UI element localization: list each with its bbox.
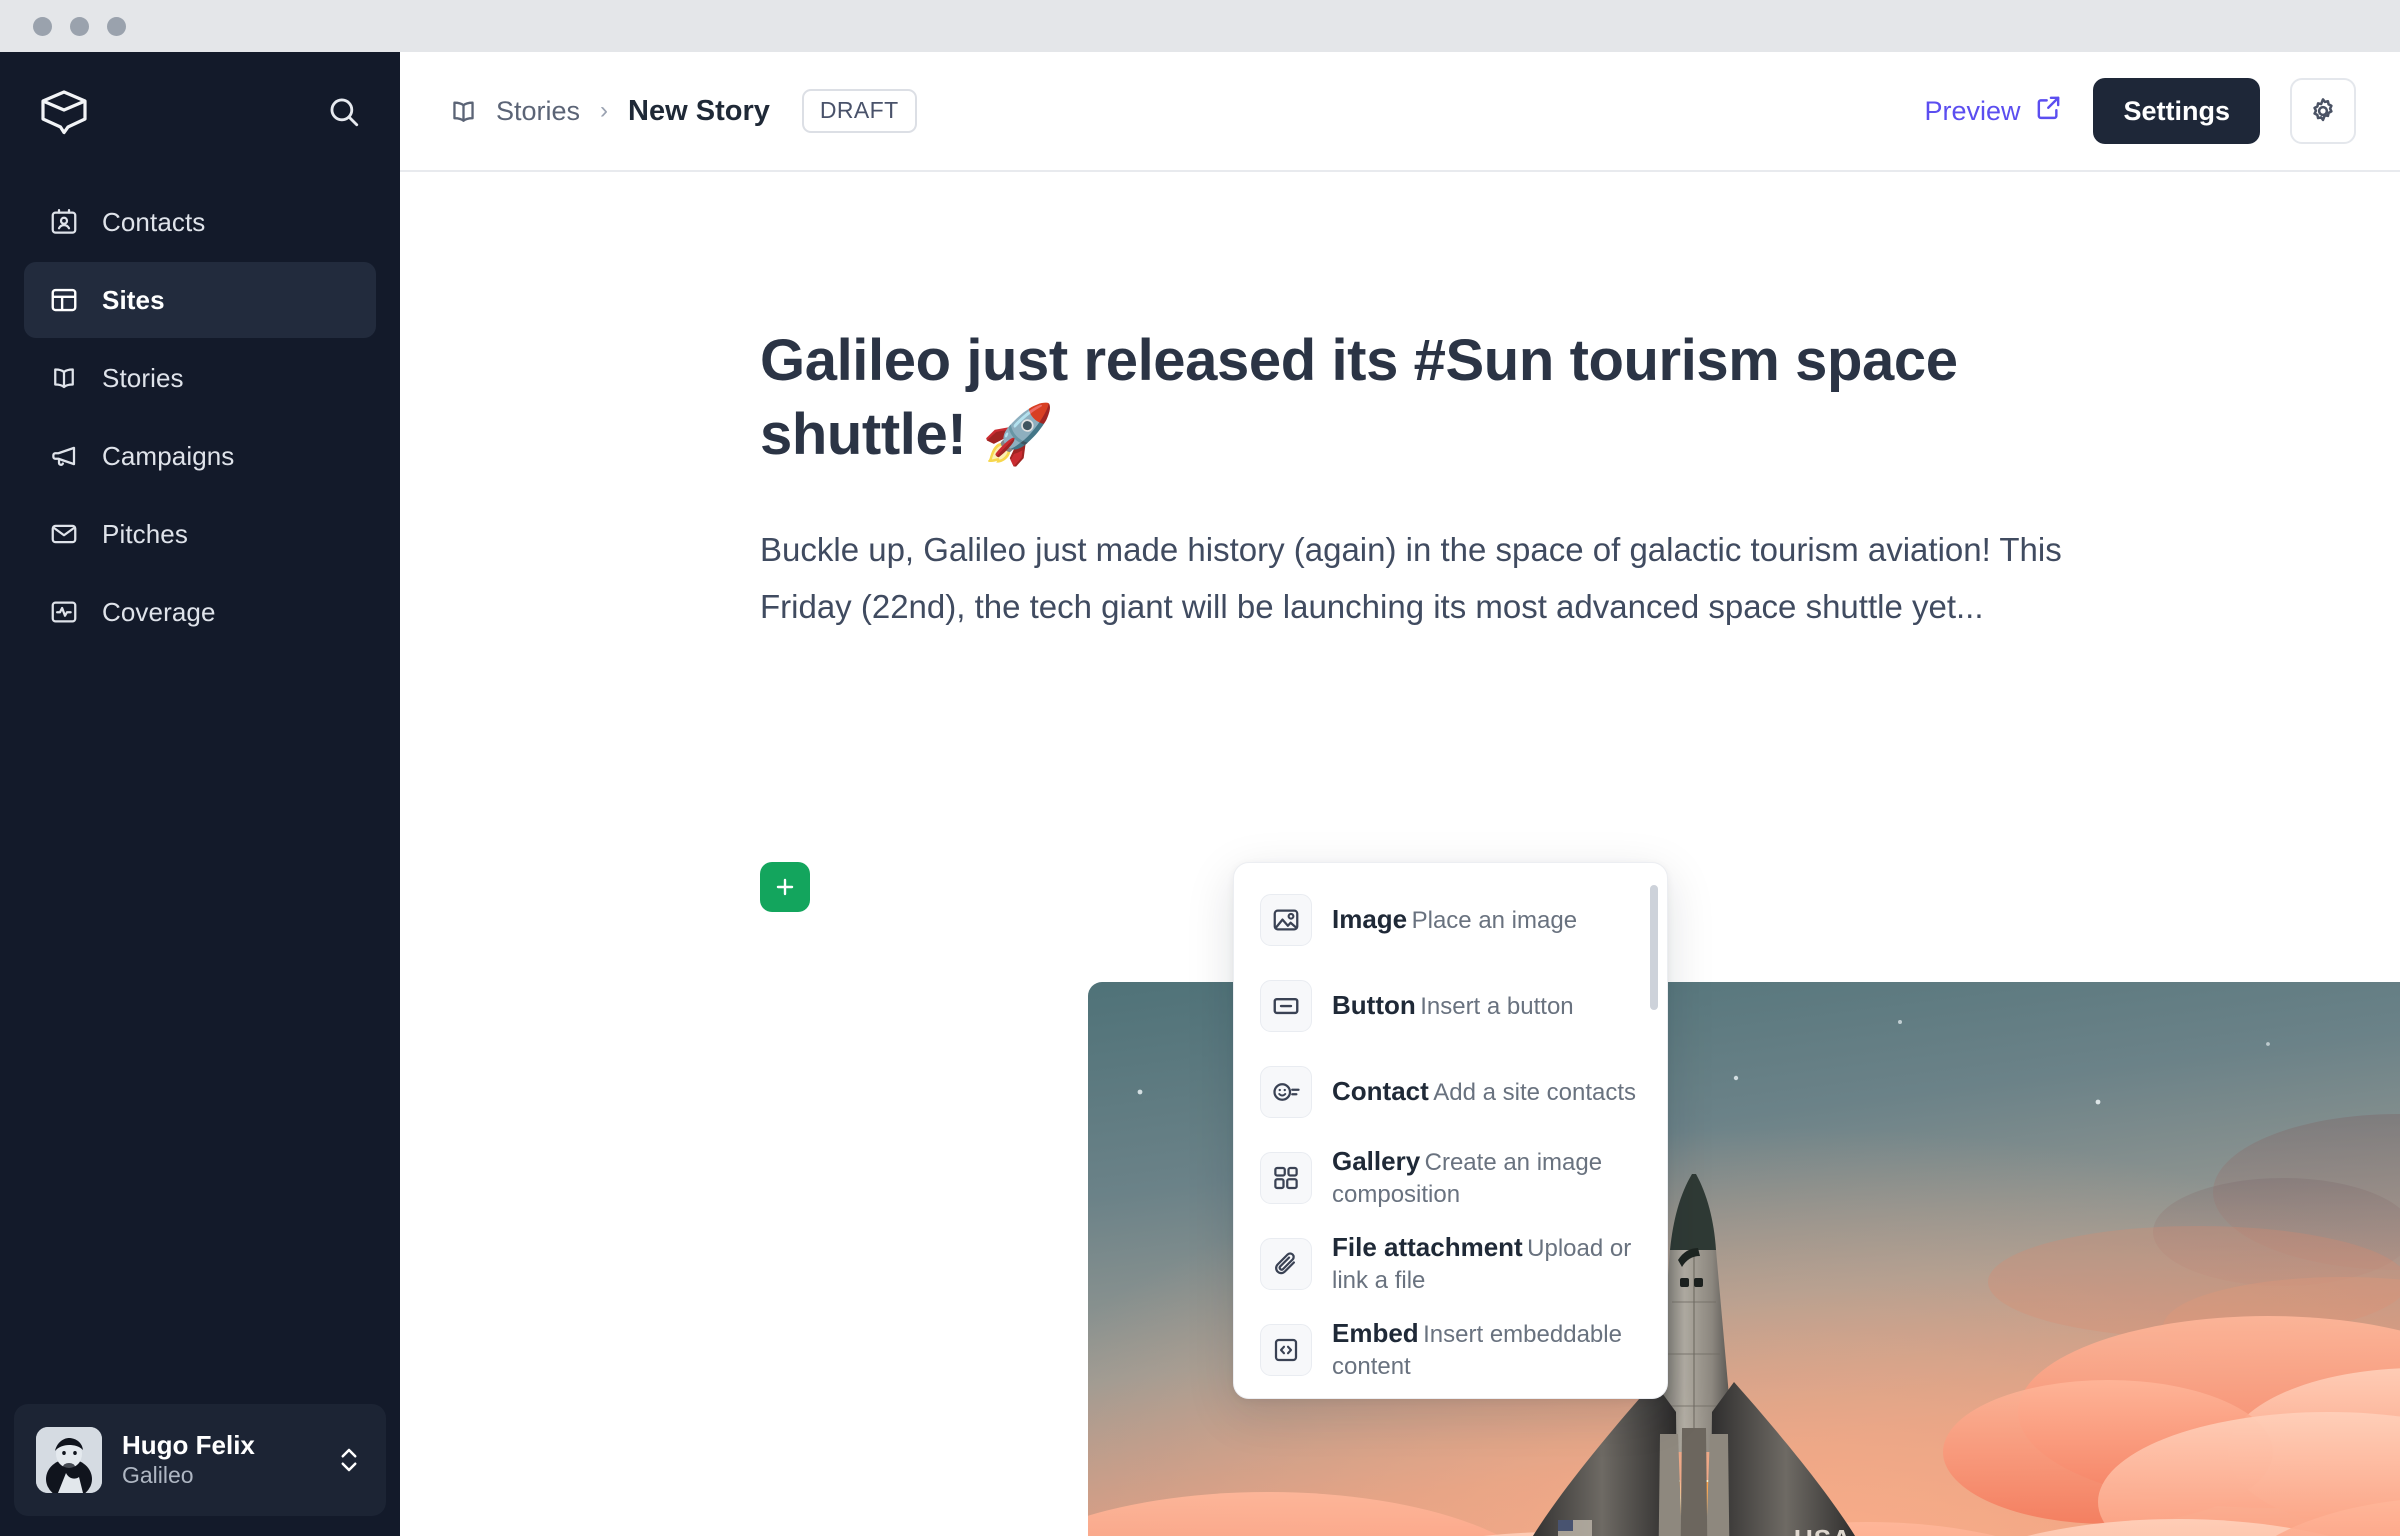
story-document: Galileo just released its #Sun tourism s… — [760, 172, 2190, 636]
sidebar-item-campaigns[interactable]: Campaigns — [24, 418, 376, 494]
insert-menu-item-text: Image Place an image — [1332, 903, 1577, 937]
topbar-actions: Preview Settings — [1924, 78, 2356, 144]
insert-menu-item-embed[interactable]: Embed Insert embeddable content — [1234, 1307, 1667, 1393]
sidebar-header — [0, 52, 400, 172]
gallery-grid-icon — [1260, 1152, 1312, 1204]
contact-card-icon — [48, 206, 80, 238]
insert-menu-item-subtitle: Place an image — [1411, 906, 1578, 934]
external-link-icon — [2034, 93, 2063, 129]
insert-menu-item-title: Embed — [1332, 1317, 1419, 1348]
add-block-row — [760, 862, 810, 912]
breadcrumb-separator: › — [600, 97, 609, 124]
app-logo[interactable] — [38, 88, 90, 136]
chevron-up-down-icon — [334, 1442, 364, 1478]
insert-menu-item-gallery[interactable]: Gallery Create an image composition — [1234, 1135, 1667, 1221]
prezly-logo-icon — [41, 90, 87, 135]
insert-menu-item-title: Contact — [1332, 1075, 1429, 1106]
insert-block-menu-list: Image Place an image Button Insert a but… — [1234, 877, 1667, 1393]
story-paragraph[interactable]: Buckle up, Galileo just made history (ag… — [760, 522, 2070, 636]
insert-menu-item-text: Gallery Create an image composition — [1332, 1145, 1643, 1212]
topbar: Stories › New Story DRAFT Preview Settin… — [400, 52, 2400, 172]
window-minimize-button[interactable] — [70, 16, 89, 36]
user-name: Hugo Felix — [122, 1429, 255, 1460]
preview-button[interactable]: Preview — [1924, 93, 2063, 129]
app-shell: Contacts Sites Stories Campaigns Pitches… — [0, 52, 2400, 1536]
insert-menu-item-text: Contact Add a site contacts — [1332, 1075, 1636, 1109]
image-icon — [1260, 894, 1312, 946]
app-window: Contacts Sites Stories Campaigns Pitches… — [0, 0, 2400, 1536]
sidebar-item-label: Pitches — [102, 518, 188, 549]
add-block-button[interactable] — [760, 862, 810, 912]
insert-menu-item-title: File attachment — [1332, 1231, 1523, 1262]
layout-panels-icon — [48, 284, 80, 316]
pulse-activity-icon — [48, 596, 80, 628]
editor-canvas: Galileo just released its #Sun tourism s… — [400, 172, 2400, 1536]
insert-menu-item-title: Gallery — [1332, 1145, 1421, 1176]
svg-text:USA: USA — [1794, 1524, 1852, 1536]
insert-menu-item-button[interactable]: Button Insert a button — [1234, 963, 1667, 1049]
insert-menu-item-text: File attachment Upload or link a file — [1332, 1231, 1643, 1298]
sidebar-item-label: Stories — [102, 362, 184, 393]
sidebar-item-label: Sites — [102, 284, 165, 315]
sidebar-item-contacts[interactable]: Contacts — [24, 184, 376, 260]
insert-menu-item-text: Embed Insert embeddable content — [1332, 1317, 1643, 1384]
insert-menu-item-subtitle: Add a site contacts — [1433, 1078, 1637, 1106]
breadcrumb-parent-link[interactable]: Stories — [496, 96, 580, 127]
preview-label: Preview — [1924, 95, 2021, 126]
open-book-icon — [48, 362, 80, 394]
gear-icon — [2313, 98, 2333, 122]
sidebar-item-label: Campaigns — [102, 440, 235, 471]
insert-menu-scrollbar-thumb[interactable] — [1650, 885, 1658, 1010]
search-icon — [330, 98, 359, 127]
breadcrumb: Stories › New Story DRAFT — [448, 89, 1924, 133]
settings-gear-button[interactable] — [2290, 78, 2356, 144]
user-organization: Galileo — [122, 1462, 194, 1489]
contact-smiley-icon — [1260, 1066, 1312, 1118]
insert-menu-item-title: Button — [1332, 989, 1416, 1020]
sidebar-item-coverage[interactable]: Coverage — [24, 574, 376, 650]
user-account-switcher[interactable]: Hugo Felix Galileo — [14, 1404, 386, 1516]
sidebar: Contacts Sites Stories Campaigns Pitches… — [0, 52, 400, 1536]
story-title[interactable]: Galileo just released its #Sun tourism s… — [760, 324, 1975, 472]
insert-menu-item-contact[interactable]: Contact Add a site contacts — [1234, 1049, 1667, 1135]
insert-menu-item-file-attachment[interactable]: File attachment Upload or link a file — [1234, 1221, 1667, 1307]
sidebar-item-sites[interactable]: Sites — [24, 262, 376, 338]
insert-block-menu: Image Place an image Button Insert a but… — [1233, 862, 1668, 1399]
insert-menu-item-image[interactable]: Image Place an image — [1234, 877, 1667, 963]
sidebar-item-pitches[interactable]: Pitches — [24, 496, 376, 572]
open-book-icon — [448, 95, 480, 127]
page-title: New Story — [628, 94, 770, 127]
window-close-button[interactable] — [33, 16, 52, 36]
insert-menu-item-text: Button Insert a button — [1332, 989, 1574, 1023]
insert-menu-item-subtitle: Insert a button — [1420, 992, 1574, 1020]
sidebar-item-stories[interactable]: Stories — [24, 340, 376, 416]
main-area: Stories › New Story DRAFT Preview Settin… — [400, 52, 2400, 1536]
code-embed-icon — [1260, 1324, 1312, 1376]
window-titlebar — [0, 0, 2400, 52]
paperclip-icon — [1260, 1238, 1312, 1290]
plus-icon — [776, 878, 794, 896]
status-badge: DRAFT — [801, 89, 917, 133]
settings-button[interactable]: Settings — [2093, 78, 2260, 144]
envelope-icon — [48, 518, 80, 550]
avatar — [36, 1427, 102, 1493]
button-icon — [1260, 980, 1312, 1032]
user-meta: Hugo Felix Galileo — [122, 1429, 314, 1491]
insert-menu-item-title: Image — [1332, 903, 1408, 934]
window-zoom-button[interactable] — [107, 16, 126, 36]
sidebar-search-button[interactable] — [322, 90, 366, 134]
sidebar-item-label: Coverage — [102, 596, 216, 627]
sidebar-item-label: Contacts — [102, 206, 206, 237]
sidebar-nav: Contacts Sites Stories Campaigns Pitches… — [0, 184, 400, 652]
megaphone-icon — [48, 440, 80, 472]
